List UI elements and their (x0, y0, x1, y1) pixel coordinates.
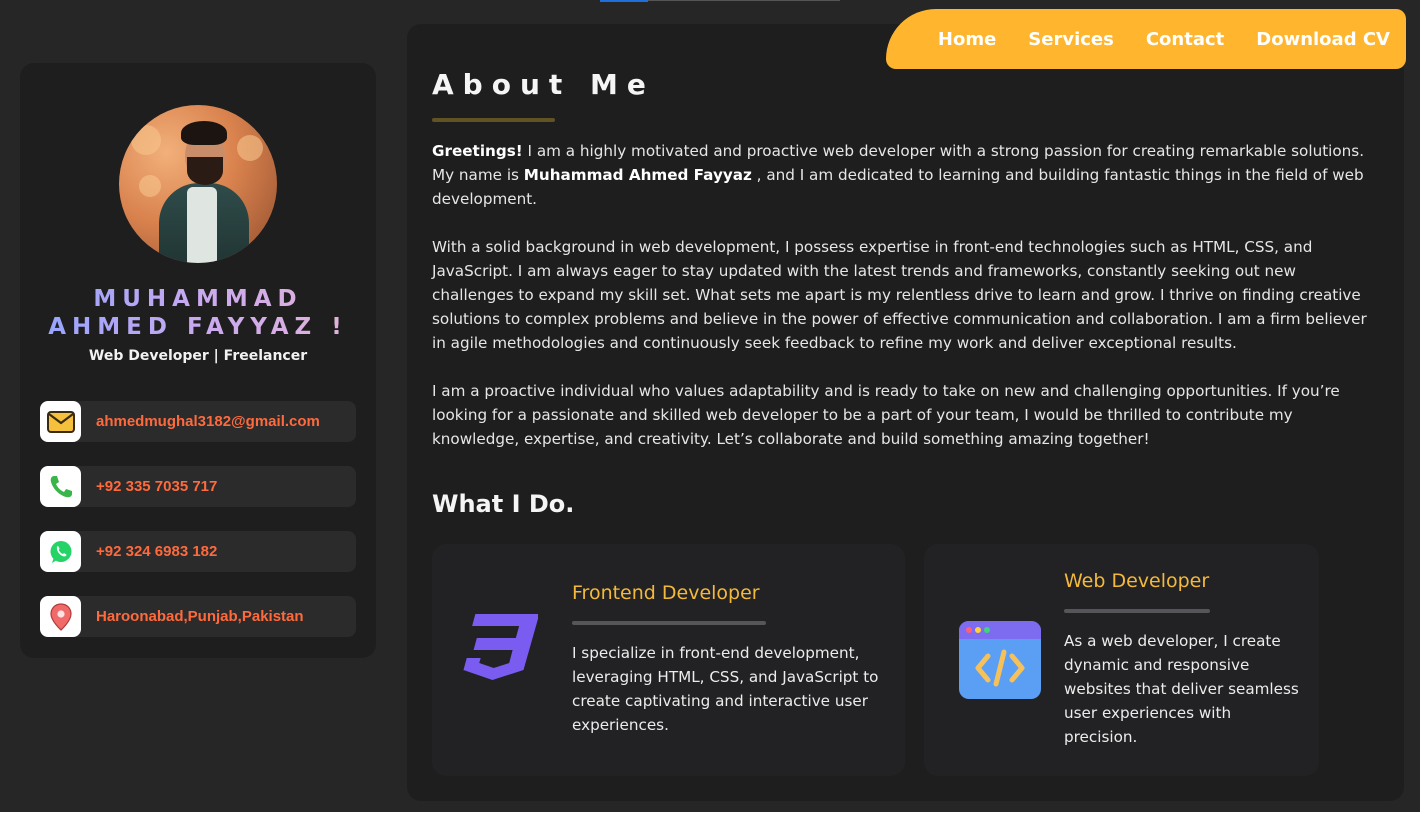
envelope-icon (40, 401, 81, 442)
profile-name-line2: AHMED FAYYAZ ! (20, 313, 376, 341)
nav-services-link[interactable]: Services (1028, 29, 1114, 50)
about-title: About Me (432, 68, 655, 101)
location-pin-icon (40, 596, 81, 637)
greeting-text: Greetings! (432, 142, 523, 160)
phone-icon (40, 466, 81, 507)
title-underline (432, 118, 555, 122)
service-card-frontend: Frontend Developer I specialize in front… (432, 544, 905, 776)
about-paragraph-3: I am a proactive individual who values a… (432, 382, 1340, 448)
whatsapp-icon (40, 531, 81, 572)
card-divider (1064, 609, 1210, 613)
profile-name-line1: MUHAMMAD (20, 285, 376, 313)
nav-home-link[interactable]: Home (938, 29, 996, 50)
main-panel: About Me Greetings! I am a highly motiva… (407, 24, 1404, 801)
card-text: I specialize in front-end development, l… (572, 644, 879, 734)
nav-download-cv-link[interactable]: Download CV (1256, 29, 1390, 50)
avatar (119, 105, 277, 263)
author-name: Muhammad Ahmed Fayyaz (523, 166, 752, 184)
what-i-do-title: What I Do. (432, 490, 575, 518)
contact-location[interactable]: Haroonabad,Punjab,Pakistan (40, 596, 356, 637)
card-title: Frontend Developer (572, 582, 760, 604)
contact-email-text[interactable]: ahmedmughal3182@gmail.com (96, 401, 320, 442)
service-card-web: Web Developer As a web developer, I crea… (924, 544, 1319, 776)
contact-email[interactable]: ahmedmughal3182@gmail.com (40, 401, 356, 442)
card-text: As a web developer, I create dynamic and… (1064, 632, 1299, 746)
nav-contact-link[interactable]: Contact (1146, 29, 1224, 50)
profile-role: Web Developer | Freelancer (88, 348, 308, 364)
about-paragraph-1: Greetings! I am a highly motivated and p… (432, 142, 1365, 208)
scroll-indicator-active (600, 0, 648, 2)
card-divider (572, 621, 766, 625)
code-window-icon (958, 620, 1042, 704)
contact-phone-text[interactable]: +92 335 7035 717 (96, 466, 217, 507)
about-paragraph-2: With a solid background in web developme… (432, 238, 1367, 352)
contact-whatsapp[interactable]: +92 324 6983 182 (40, 531, 356, 572)
css3-icon (458, 608, 540, 688)
contact-whatsapp-text[interactable]: +92 324 6983 182 (96, 531, 217, 572)
card-title: Web Developer (1064, 570, 1210, 592)
top-navigation: Home Services Contact Download CV (886, 9, 1406, 69)
profile-sidebar: MUHAMMAD AHMED FAYYAZ ! Web Developer | … (20, 63, 376, 658)
contact-phone[interactable]: +92 335 7035 717 (40, 466, 356, 507)
scroll-indicator (600, 0, 840, 2)
contact-location-text[interactable]: Haroonabad,Punjab,Pakistan (96, 596, 304, 637)
